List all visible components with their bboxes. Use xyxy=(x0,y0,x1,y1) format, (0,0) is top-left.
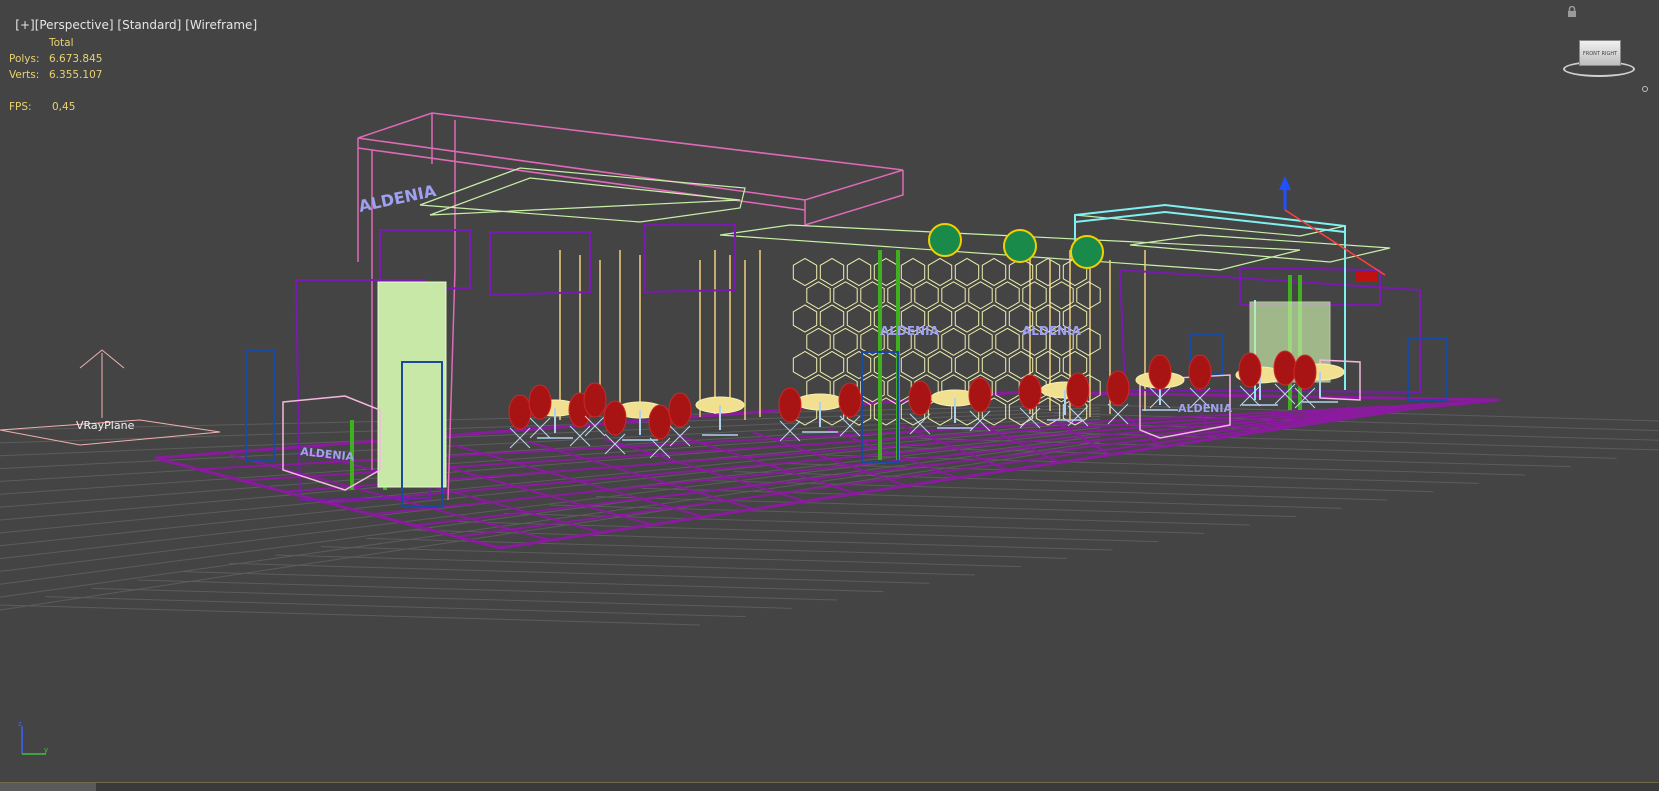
viewport-bottom-tab[interactable] xyxy=(0,783,96,791)
axis-tripod-icon: z y xyxy=(14,720,50,760)
svg-text:z: z xyxy=(18,720,22,728)
viewcube-face[interactable]: FRONT RIGHT xyxy=(1579,40,1621,66)
viewcube-menu-icon[interactable] xyxy=(1641,78,1649,92)
ground-grid xyxy=(0,404,1659,626)
sign-reception: ALDENIA xyxy=(300,445,356,464)
sign-right: ALDENIA xyxy=(1022,324,1082,338)
sign-center: ALDENIA xyxy=(880,324,940,338)
vrayplane-label: VRayPlane xyxy=(76,419,135,432)
viewport[interactable]: [+][Perspective] [Standard] [Wireframe] … xyxy=(0,0,1659,791)
sign-left: ALDENIA xyxy=(357,181,438,216)
globe-lamps xyxy=(928,223,1104,269)
svg-text:y: y xyxy=(44,746,48,754)
scene-wireframe[interactable]: ALDENIA ALDENIA ALDENIA ALDENIA ALDENIA xyxy=(0,0,1659,791)
ceiling-frames xyxy=(419,167,1391,271)
viewport-bottom-bar xyxy=(0,782,1659,791)
lock-icon[interactable] xyxy=(1566,3,1578,17)
viewcube[interactable]: FRONT RIGHT xyxy=(1563,35,1637,81)
sign-counter: ALDENIA xyxy=(1178,402,1232,415)
